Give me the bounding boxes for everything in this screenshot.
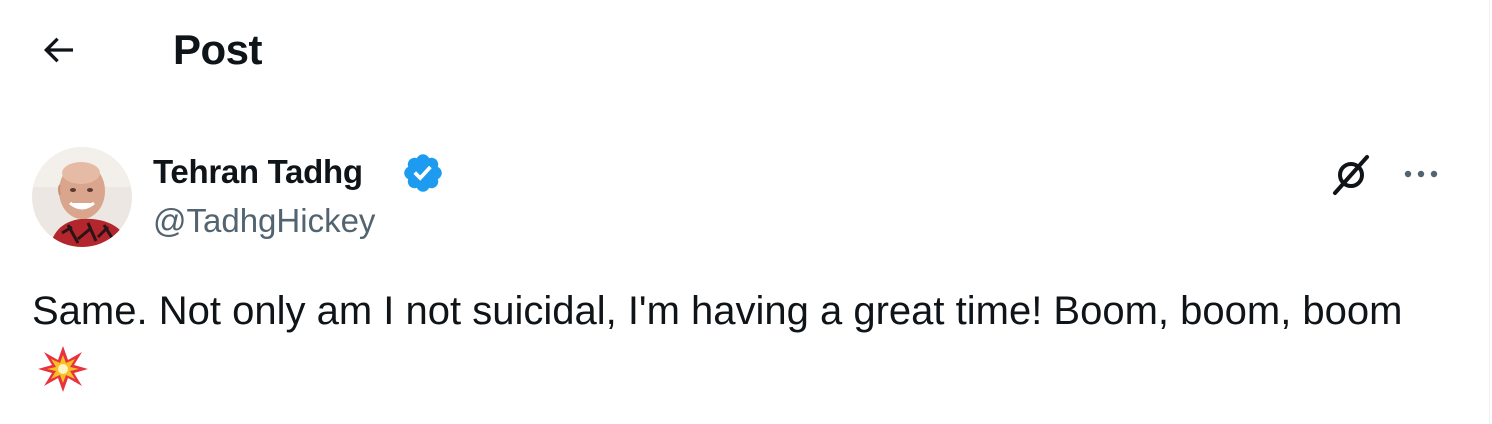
post-text: Same. Not only am I not suicidal, I'm ha… [32, 281, 1452, 401]
page-title: Post [173, 26, 263, 73]
grok-button[interactable] [1326, 148, 1378, 200]
back-button[interactable] [30, 22, 86, 78]
arrow-left-icon [43, 37, 73, 63]
author-display-name[interactable]: Tehran Tadhg [153, 150, 363, 194]
verified-badge-icon [404, 154, 442, 192]
column-divider [1489, 0, 1490, 424]
collision-emoji-icon [38, 346, 88, 392]
grok-slash-icon [1333, 155, 1369, 195]
more-button[interactable] [1396, 148, 1448, 200]
avatar[interactable] [32, 147, 132, 247]
more-dots-icon [1404, 170, 1438, 178]
post-body: Same. Not only am I not suicidal, I'm ha… [32, 289, 1403, 333]
author-handle[interactable]: @TadhgHickey [153, 199, 375, 243]
post-header: Post [0, 0, 1489, 100]
avatar-photo [32, 147, 132, 247]
